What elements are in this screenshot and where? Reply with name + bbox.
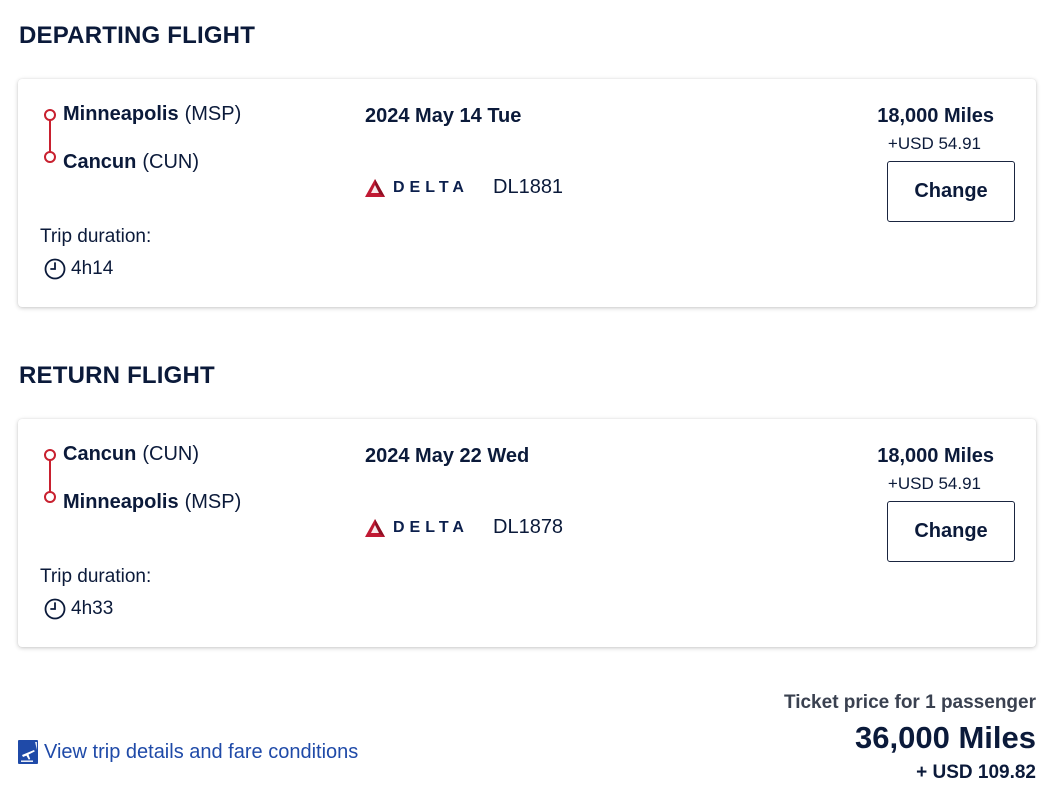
flight-summary-page: DEPARTING FLIGHT Minneapolis (MSP) Cancun…	[0, 0, 1060, 812]
trip-duration: 4h33	[44, 598, 113, 620]
trip-duration-value: 4h14	[71, 258, 114, 279]
trip-details-link[interactable]: View trip details and fare conditions	[18, 740, 358, 764]
return-date: 2024 May 22 Wed	[365, 445, 530, 467]
ticket-price-label: Ticket price for 1 passenger	[783, 692, 1036, 713]
flight-fee: +USD 54.91	[887, 474, 981, 493]
return-flight-card: Cancun (CUN) Minneapolis (MSP) 2024 May 22…	[18, 419, 1036, 647]
trip-details-link-text[interactable]: View trip details and fare conditions	[44, 741, 358, 764]
trip-duration-value: 4h33	[71, 598, 114, 619]
return-section-title: RETURN FLIGHT	[19, 362, 215, 389]
trip-duration-label: Trip duration:	[40, 226, 152, 247]
route-line-icon	[44, 109, 56, 163]
destination-airport-code: (MSP)	[184, 491, 242, 513]
total-usd: + USD 109.82	[916, 762, 1036, 783]
destination-city-name: Cancun	[63, 151, 137, 173]
departure-date: 2024 May 14 Tue	[365, 105, 522, 127]
flight-miles-price: 18,000 Miles	[877, 105, 994, 127]
itinerary-icon	[18, 740, 38, 764]
origin-city-name: Cancun	[63, 443, 137, 465]
departing-flight-card: Minneapolis (MSP) Cancun (CUN) 2024 May 14…	[18, 79, 1036, 307]
airline-name: DELTA	[393, 519, 469, 536]
delta-logo-icon	[365, 179, 385, 197]
origin-city: Minneapolis (MSP)	[63, 103, 241, 126]
change-departing-button[interactable]: Change	[887, 161, 1015, 222]
airline: DELTA	[365, 179, 469, 197]
flight-fee: +USD 54.91	[887, 134, 981, 153]
destination-city-name: Minneapolis	[63, 491, 179, 513]
airline-name: DELTA	[393, 179, 469, 196]
clock-icon	[44, 598, 66, 620]
flight-number: DL1881	[493, 176, 564, 198]
clock-icon	[44, 258, 66, 280]
origin-city-name: Minneapolis	[63, 103, 179, 125]
flight-miles-price: 18,000 Miles	[877, 445, 994, 467]
departing-section-title: DEPARTING FLIGHT	[19, 22, 256, 49]
airline: DELTA	[365, 519, 469, 537]
trip-duration-label: Trip duration:	[40, 566, 152, 587]
destination-city: Minneapolis (MSP)	[63, 491, 241, 514]
delta-logo-icon	[365, 519, 385, 537]
origin-airport-code: (CUN)	[142, 443, 199, 465]
destination-airport-code: (CUN)	[142, 151, 199, 173]
origin-airport-code: (MSP)	[184, 103, 242, 125]
total-miles: 36,000 Miles	[855, 720, 1036, 755]
total-price: Ticket price for 1 passenger 36,000 Mile…	[784, 692, 1036, 784]
destination-city: Cancun (CUN)	[63, 151, 199, 174]
origin-city: Cancun (CUN)	[63, 443, 199, 466]
trip-duration: 4h14	[44, 258, 113, 280]
route-line-icon	[44, 449, 56, 503]
change-return-button[interactable]: Change	[887, 501, 1015, 562]
flight-number: DL1878	[493, 516, 564, 538]
